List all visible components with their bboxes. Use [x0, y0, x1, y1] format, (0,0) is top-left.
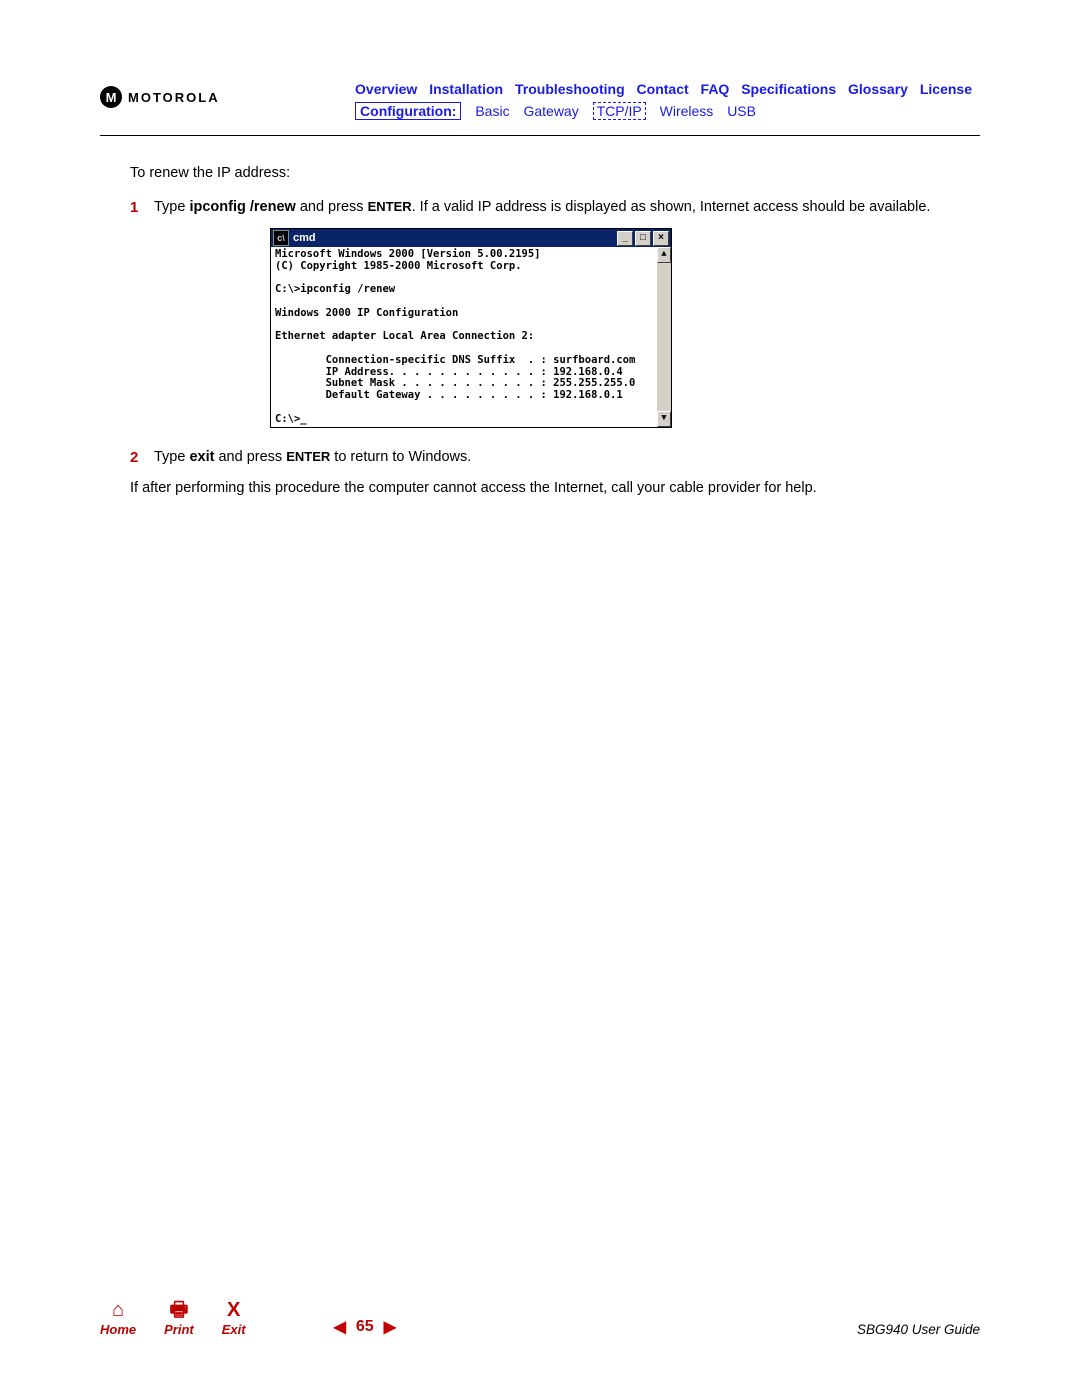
step-1-key: ENTER [368, 199, 412, 214]
home-label: Home [100, 1322, 136, 1337]
top-nav: Overview Installation Troubleshooting Co… [355, 80, 980, 100]
step-1-number: 1 [130, 198, 154, 218]
page-navigator: ◀ 65 ▶ [334, 1317, 396, 1337]
exit-button[interactable]: X Exit [222, 1300, 246, 1337]
step-2-number: 2 [130, 448, 154, 468]
close-icon[interactable]: × [653, 231, 669, 246]
prev-page-icon[interactable]: ◀ [334, 1317, 346, 1337]
step-1: 1 Type ipconfig /renew and press ENTER. … [130, 198, 980, 218]
step-2-cmd: exit [189, 449, 214, 465]
brand-logo: M MOTOROLA [100, 80, 220, 108]
exit-label: Exit [222, 1322, 246, 1337]
cmd-app-icon: c\ [273, 230, 289, 246]
subnav-tcpip[interactable]: TCP/IP [593, 102, 646, 120]
subnav-wireless[interactable]: Wireless [660, 103, 714, 119]
subnav-gateway[interactable]: Gateway [523, 103, 578, 119]
step-1-post: . If a valid IP address is displayed as … [412, 199, 931, 215]
header-divider [100, 135, 980, 136]
nav-faq[interactable]: FAQ [701, 81, 730, 97]
nav-glossary[interactable]: Glossary [848, 81, 908, 97]
cmd-window: c\ cmd _ □ × Microsoft Windows 2000 [Ver… [270, 228, 672, 428]
cmd-title-text: cmd [293, 231, 316, 246]
cmd-output: Microsoft Windows 2000 [Version 5.00.219… [275, 249, 657, 425]
home-icon: ⌂ [112, 1300, 124, 1320]
nav-troubleshooting[interactable]: Troubleshooting [515, 81, 625, 97]
print-icon: 🖶 [169, 1300, 188, 1320]
nav-installation[interactable]: Installation [429, 81, 503, 97]
print-label: Print [164, 1322, 194, 1337]
scroll-up-icon[interactable]: ▲ [657, 247, 671, 263]
print-button[interactable]: 🖶 Print [164, 1300, 194, 1337]
cmd-body: Microsoft Windows 2000 [Version 5.00.219… [271, 247, 671, 427]
step-2-text: Type exit and press ENTER to return to W… [154, 448, 980, 468]
page-number: 65 [356, 1318, 374, 1336]
minimize-icon[interactable]: _ [617, 231, 633, 246]
brand-text: MOTOROLA [128, 90, 220, 105]
step-2-pre: Type [154, 449, 189, 465]
sub-nav: Configuration: Basic Gateway TCP/IP Wire… [355, 102, 980, 122]
nav-contact[interactable]: Contact [637, 81, 689, 97]
step-1-pre: Type [154, 199, 189, 215]
home-button[interactable]: ⌂ Home [100, 1300, 136, 1337]
motorola-batwing-icon: M [100, 86, 122, 108]
doc-title: SBG940 User Guide [857, 1322, 980, 1337]
next-page-icon[interactable]: ▶ [384, 1317, 396, 1337]
intro-text: To renew the IP address: [130, 164, 980, 184]
nav-specifications[interactable]: Specifications [741, 81, 836, 97]
closing-text: If after performing this procedure the c… [130, 479, 980, 499]
subnav-usb[interactable]: USB [727, 103, 756, 119]
step-1-cmd: ipconfig /renew [189, 199, 295, 215]
step-2-post: to return to Windows. [330, 449, 471, 465]
subnav-basic[interactable]: Basic [475, 103, 509, 119]
step-2: 2 Type exit and press ENTER to return to… [130, 448, 980, 468]
maximize-icon[interactable]: □ [635, 231, 651, 246]
step-2-mid: and press [214, 449, 286, 465]
subnav-current: Configuration: [355, 102, 461, 120]
exit-icon: X [227, 1300, 240, 1320]
step-1-text: Type ipconfig /renew and press ENTER. If… [154, 198, 980, 218]
step-1-mid: and press [296, 199, 368, 215]
cmd-scrollbar[interactable]: ▲ ▼ [657, 247, 671, 427]
scroll-down-icon[interactable]: ▼ [657, 411, 671, 427]
cmd-titlebar: c\ cmd _ □ × [271, 229, 671, 247]
nav-overview[interactable]: Overview [355, 81, 417, 97]
step-2-key: ENTER [286, 449, 330, 464]
nav-license[interactable]: License [920, 81, 972, 97]
